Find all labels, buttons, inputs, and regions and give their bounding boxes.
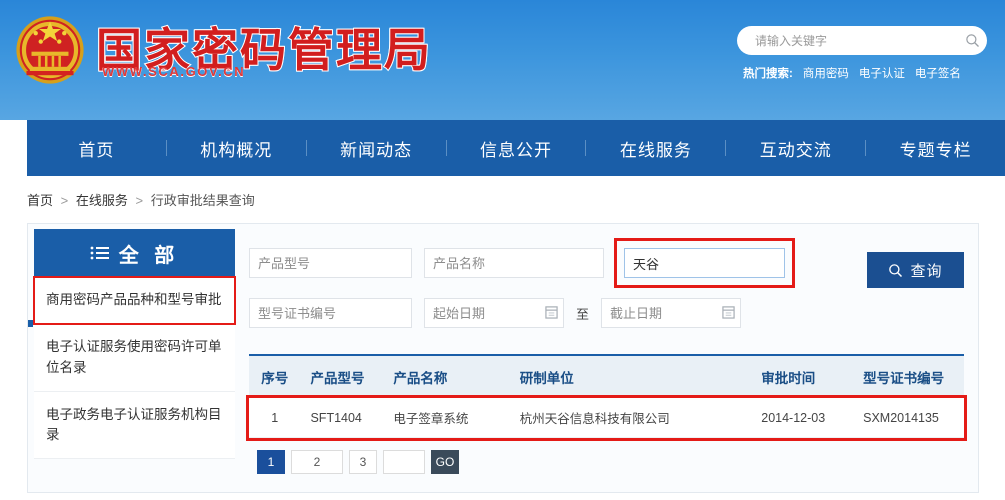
keyword-field-highlight <box>614 238 795 288</box>
sidebar: 全 部 商用密码产品品种和型号审批 电子认证服务使用密码许可单位名录 电子政务电… <box>28 224 241 492</box>
cert-no-input[interactable] <box>249 298 412 328</box>
page-button-2[interactable]: 2 <box>291 450 343 474</box>
date-start-input[interactable] <box>424 298 564 328</box>
nav-item-interaction[interactable]: 互动交流 <box>726 136 865 161</box>
nav-item-org[interactable]: 机构概况 <box>167 136 306 161</box>
nav-item-disclosure[interactable]: 信息公开 <box>447 136 586 161</box>
search-input[interactable] <box>737 33 957 48</box>
keyword-input[interactable] <box>624 248 785 278</box>
search-form-row-2: 至 <box>249 298 849 328</box>
hot-link-3[interactable]: 电子签名 <box>915 65 961 81</box>
content-panel: 全 部 商用密码产品品种和型号审批 电子认证服务使用密码许可单位名录 电子政务电… <box>27 223 979 493</box>
th-date: 审批时间 <box>751 354 854 398</box>
results-table: 序号 产品型号 产品名称 研制单位 审批时间 型号证书编号 1 SFT1404 … <box>246 354 967 441</box>
hot-link-2[interactable]: 电子认证 <box>859 65 905 81</box>
th-index: 序号 <box>249 354 301 398</box>
date-end-input[interactable] <box>601 298 742 328</box>
th-unit: 研制单位 <box>509 354 752 398</box>
nav-item-special[interactable]: 专题专栏 <box>866 136 1005 161</box>
table-head: 序号 产品型号 产品名称 研制单位 审批时间 型号证书编号 <box>249 354 964 398</box>
sidebar-item-commercial-crypto-approval[interactable]: 商用密码产品品种和型号审批 <box>28 275 236 328</box>
date-start-wrap <box>424 298 564 328</box>
product-model-input[interactable] <box>249 248 412 278</box>
table-body: 1 SFT1404 电子签章系统 杭州天谷信息科技有限公司 2014-12-03… <box>246 395 967 441</box>
nav-outer: 首页 机构概况 新闻动态 信息公开 在线服务 互动交流 专题专栏 <box>0 120 1005 176</box>
hot-search-row: 热门搜索: 商用密码 电子认证 电子签名 <box>737 65 987 81</box>
product-name-input[interactable] <box>424 248 604 278</box>
search-icon <box>965 34 979 47</box>
page-jump-input[interactable] <box>383 450 425 474</box>
search-form-fields: 至 <box>249 238 849 340</box>
hot-search-label: 热门搜索: <box>743 68 793 80</box>
cell-date: 2014-12-03 <box>751 398 854 438</box>
content-area: 至 查询 <box>241 224 978 492</box>
date-end-wrap <box>601 298 742 328</box>
pagination: 1 2 3 GO <box>249 450 964 474</box>
sidebar-item-label: 商用密码产品品种和型号审批 <box>46 292 222 307</box>
page-go-button[interactable]: GO <box>431 450 459 474</box>
search-icon <box>889 263 903 277</box>
table-row[interactable]: 1 SFT1404 电子签章系统 杭州天谷信息科技有限公司 2014-12-03… <box>246 395 967 441</box>
site-header: 国家密码管理局 WWW.SCA.GOV.CN 热门搜索: 商用密码 电子认证 电… <box>0 0 1005 120</box>
search-button[interactable] <box>957 26 987 55</box>
sidebar-item-egov-ca-directory[interactable]: 电子政务电子认证服务机构目录 <box>34 391 235 460</box>
breadcrumb-separator: > <box>135 193 144 208</box>
header-search: 热门搜索: 商用密码 电子认证 电子签名 <box>737 26 987 81</box>
nav-item-home[interactable]: 首页 <box>27 136 166 161</box>
th-name: 产品名称 <box>383 354 510 398</box>
cell-unit: 杭州天谷信息科技有限公司 <box>509 398 752 438</box>
main-nav: 首页 机构概况 新闻动态 信息公开 在线服务 互动交流 专题专栏 <box>27 120 1005 176</box>
cell-name: 电子签章系统 <box>383 398 510 438</box>
page-button-3[interactable]: 3 <box>349 450 377 474</box>
th-cert: 型号证书编号 <box>853 354 964 398</box>
breadcrumb-separator: > <box>60 193 69 208</box>
breadcrumb-item-home[interactable]: 首页 <box>27 193 53 208</box>
cell-index: 1 <box>249 398 301 438</box>
query-button[interactable]: 查询 <box>867 252 964 288</box>
sidebar-header-label: 全 部 <box>118 244 180 267</box>
nav-item-online-service[interactable]: 在线服务 <box>586 136 725 161</box>
nav-item-news[interactable]: 新闻动态 <box>307 136 446 161</box>
breadcrumb: 首页 > 在线服务 > 行政审批结果查询 <box>27 190 1005 209</box>
search-form-row-1 <box>249 238 849 288</box>
sidebar-item-label: 电子认证服务使用密码许可单位名录 <box>46 339 222 375</box>
cell-model: SFT1404 <box>300 398 384 438</box>
table-header-row: 序号 产品型号 产品名称 研制单位 审批时间 型号证书编号 <box>249 354 964 398</box>
hot-link-1[interactable]: 商用密码 <box>803 65 849 81</box>
breadcrumb-item-online-service[interactable]: 在线服务 <box>76 193 128 208</box>
breadcrumb-current: 行政审批结果查询 <box>150 193 255 208</box>
search-box[interactable] <box>737 26 987 55</box>
list-icon <box>90 246 109 260</box>
sidebar-item-ca-license-list[interactable]: 电子认证服务使用密码许可单位名录 <box>34 324 235 392</box>
sidebar-item-label: 电子政务电子认证服务机构目录 <box>46 406 222 442</box>
date-range-separator-label: 至 <box>576 306 590 322</box>
page-button-1[interactable]: 1 <box>257 450 285 474</box>
query-button-label: 查询 <box>910 262 943 280</box>
site-url: WWW.SCA.GOV.CN <box>102 64 246 79</box>
national-emblem-icon <box>16 16 84 84</box>
search-form: 至 查询 <box>249 238 964 340</box>
sidebar-header: 全 部 <box>34 229 235 277</box>
cell-cert: SXM2014135 <box>853 398 964 438</box>
th-model: 产品型号 <box>300 354 384 398</box>
results-table-wrap: 序号 产品型号 产品名称 研制单位 审批时间 型号证书编号 1 SFT1404 … <box>246 354 967 441</box>
